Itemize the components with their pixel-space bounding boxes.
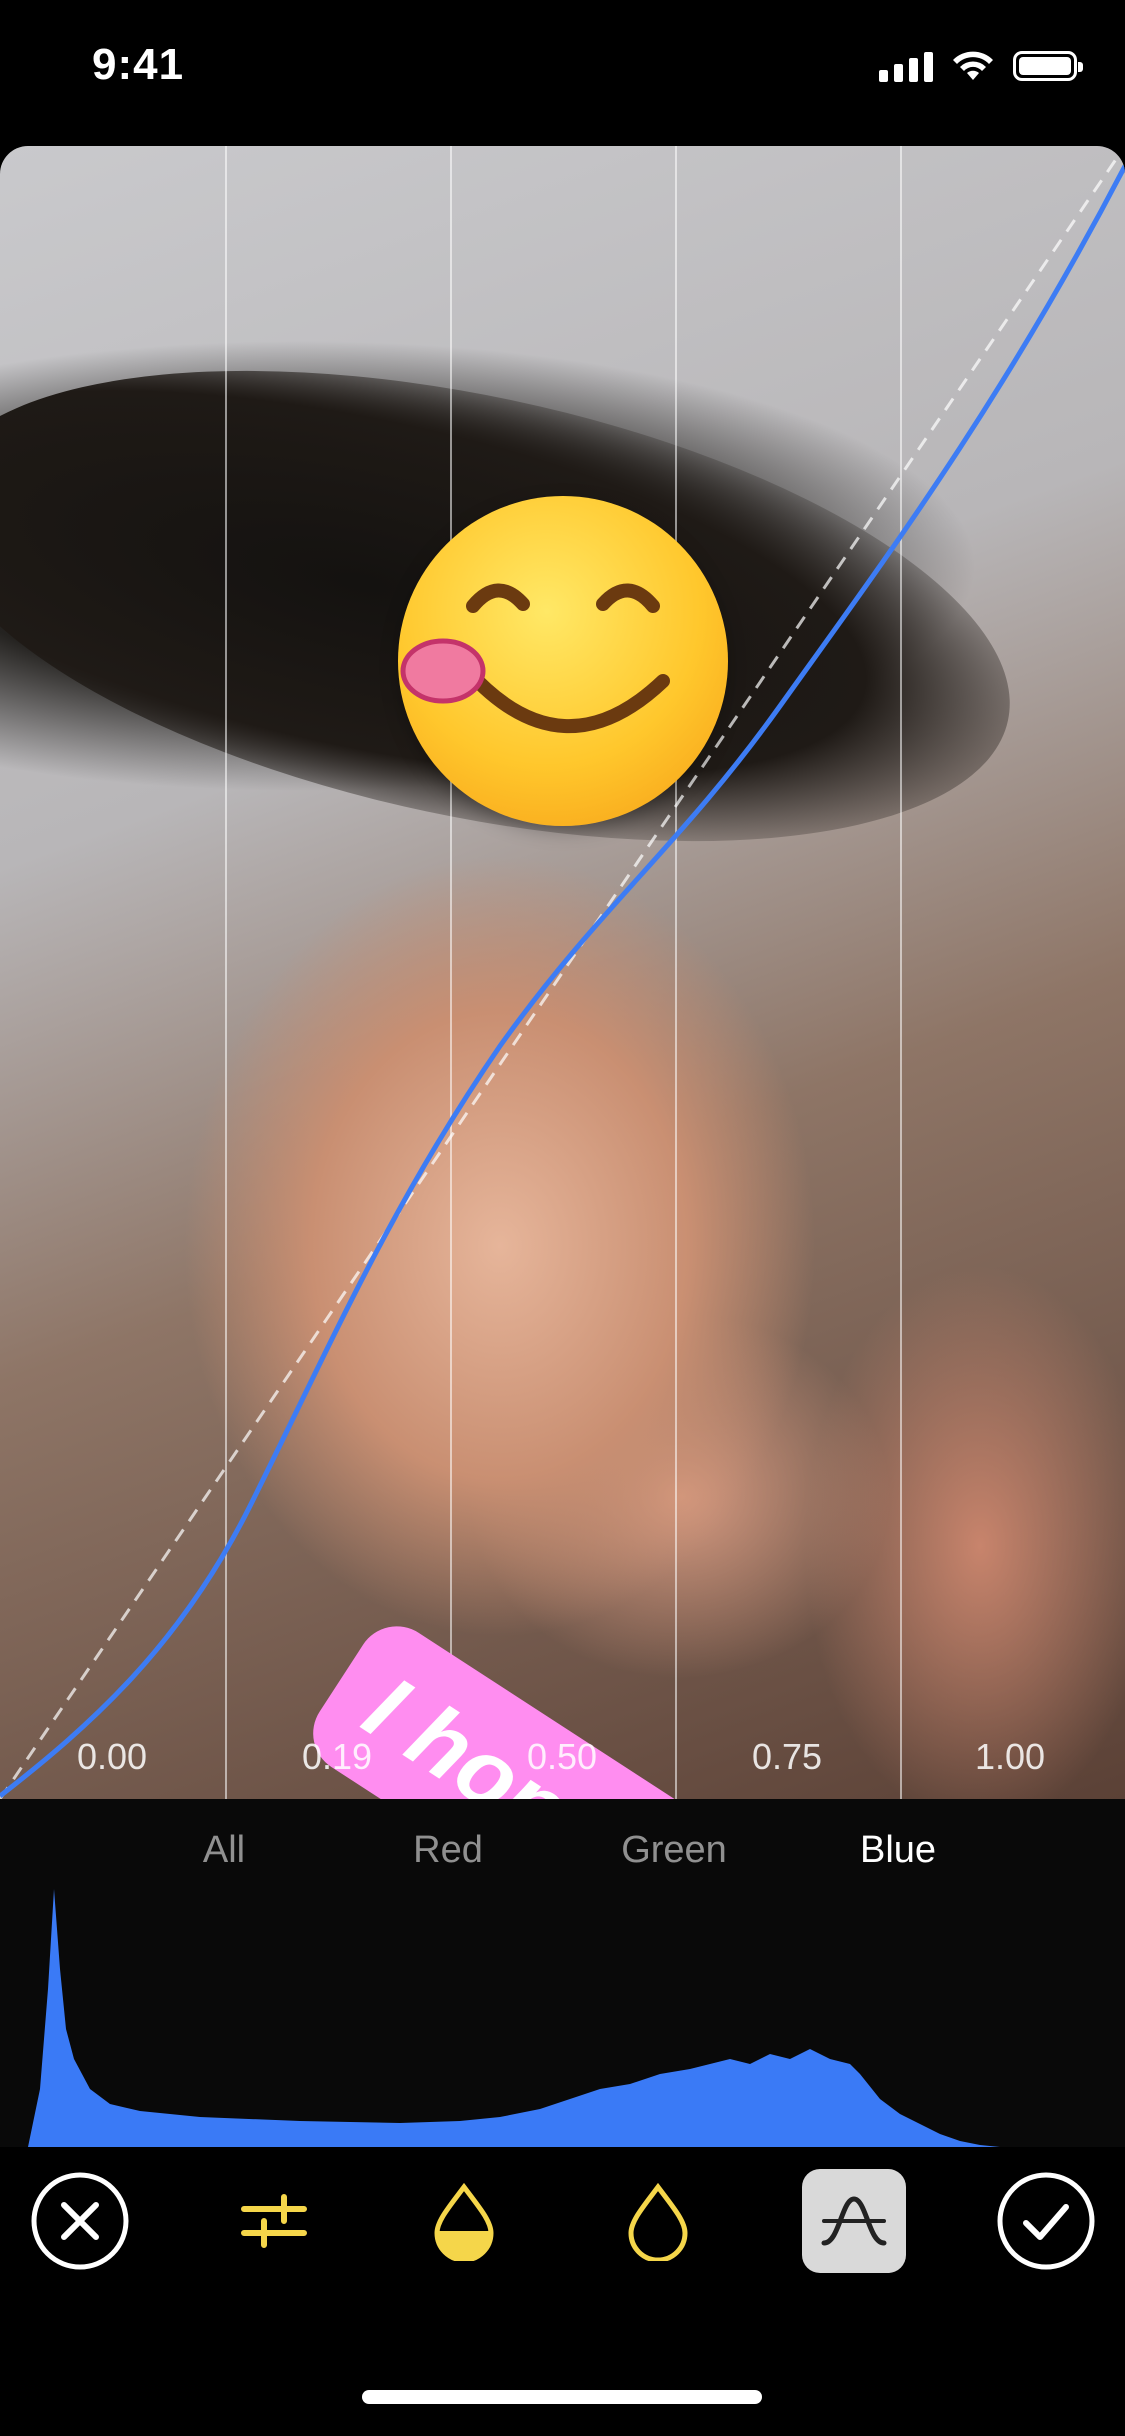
home-indicator[interactable] bbox=[362, 2390, 762, 2404]
tone-curve-graph[interactable] bbox=[0, 146, 1125, 1799]
battery-icon bbox=[1013, 51, 1083, 81]
savoring-food-emoji-icon bbox=[400, 583, 670, 733]
adjust-button[interactable] bbox=[222, 2169, 326, 2273]
blue-histogram bbox=[28, 1889, 1000, 2147]
cancel-button[interactable] bbox=[28, 2169, 132, 2273]
tab-all[interactable]: All bbox=[203, 1829, 245, 1872]
channel-tabs: All Red Green Blue bbox=[0, 1817, 1125, 1887]
channel-panel: All Red Green Blue bbox=[0, 1799, 1125, 2147]
status-bar: 9:41 bbox=[0, 0, 1125, 140]
axis-label: 1.00 bbox=[974, 1736, 1046, 1777]
tint-button[interactable] bbox=[412, 2169, 516, 2273]
identity-diagonal bbox=[0, 146, 1125, 1799]
close-icon bbox=[31, 2172, 129, 2270]
status-time: 9:41 bbox=[92, 40, 185, 89]
saturation-button[interactable] bbox=[606, 2169, 710, 2273]
axis-label: 0.50 bbox=[526, 1736, 598, 1777]
tab-blue[interactable]: Blue bbox=[860, 1829, 936, 1872]
emoji-sticker[interactable] bbox=[398, 496, 728, 826]
curves-icon bbox=[821, 2196, 887, 2246]
tint-drop-icon bbox=[434, 2182, 494, 2261]
tab-green[interactable]: Green bbox=[621, 1829, 727, 1872]
checkmark-icon bbox=[997, 2172, 1095, 2270]
axis-label: 0.19 bbox=[301, 1736, 373, 1777]
status-icons bbox=[879, 50, 1083, 82]
axis-label: 0.00 bbox=[76, 1736, 148, 1777]
confirm-button[interactable] bbox=[994, 2169, 1098, 2273]
tab-red[interactable]: Red bbox=[413, 1829, 483, 1872]
adjust-sliders-icon bbox=[241, 2194, 307, 2248]
wifi-icon bbox=[953, 51, 993, 80]
curves-button[interactable] bbox=[802, 2169, 906, 2273]
editing-toolbar bbox=[0, 2147, 1125, 2317]
drop-icon bbox=[628, 2182, 688, 2261]
axis-label: 0.75 bbox=[751, 1736, 823, 1777]
photo-canvas[interactable]: I hope we will, too 0.00 0.19 0.50 0.75 … bbox=[0, 146, 1125, 1799]
signal-icon bbox=[879, 50, 933, 82]
histogram-area bbox=[28, 1889, 1000, 2147]
